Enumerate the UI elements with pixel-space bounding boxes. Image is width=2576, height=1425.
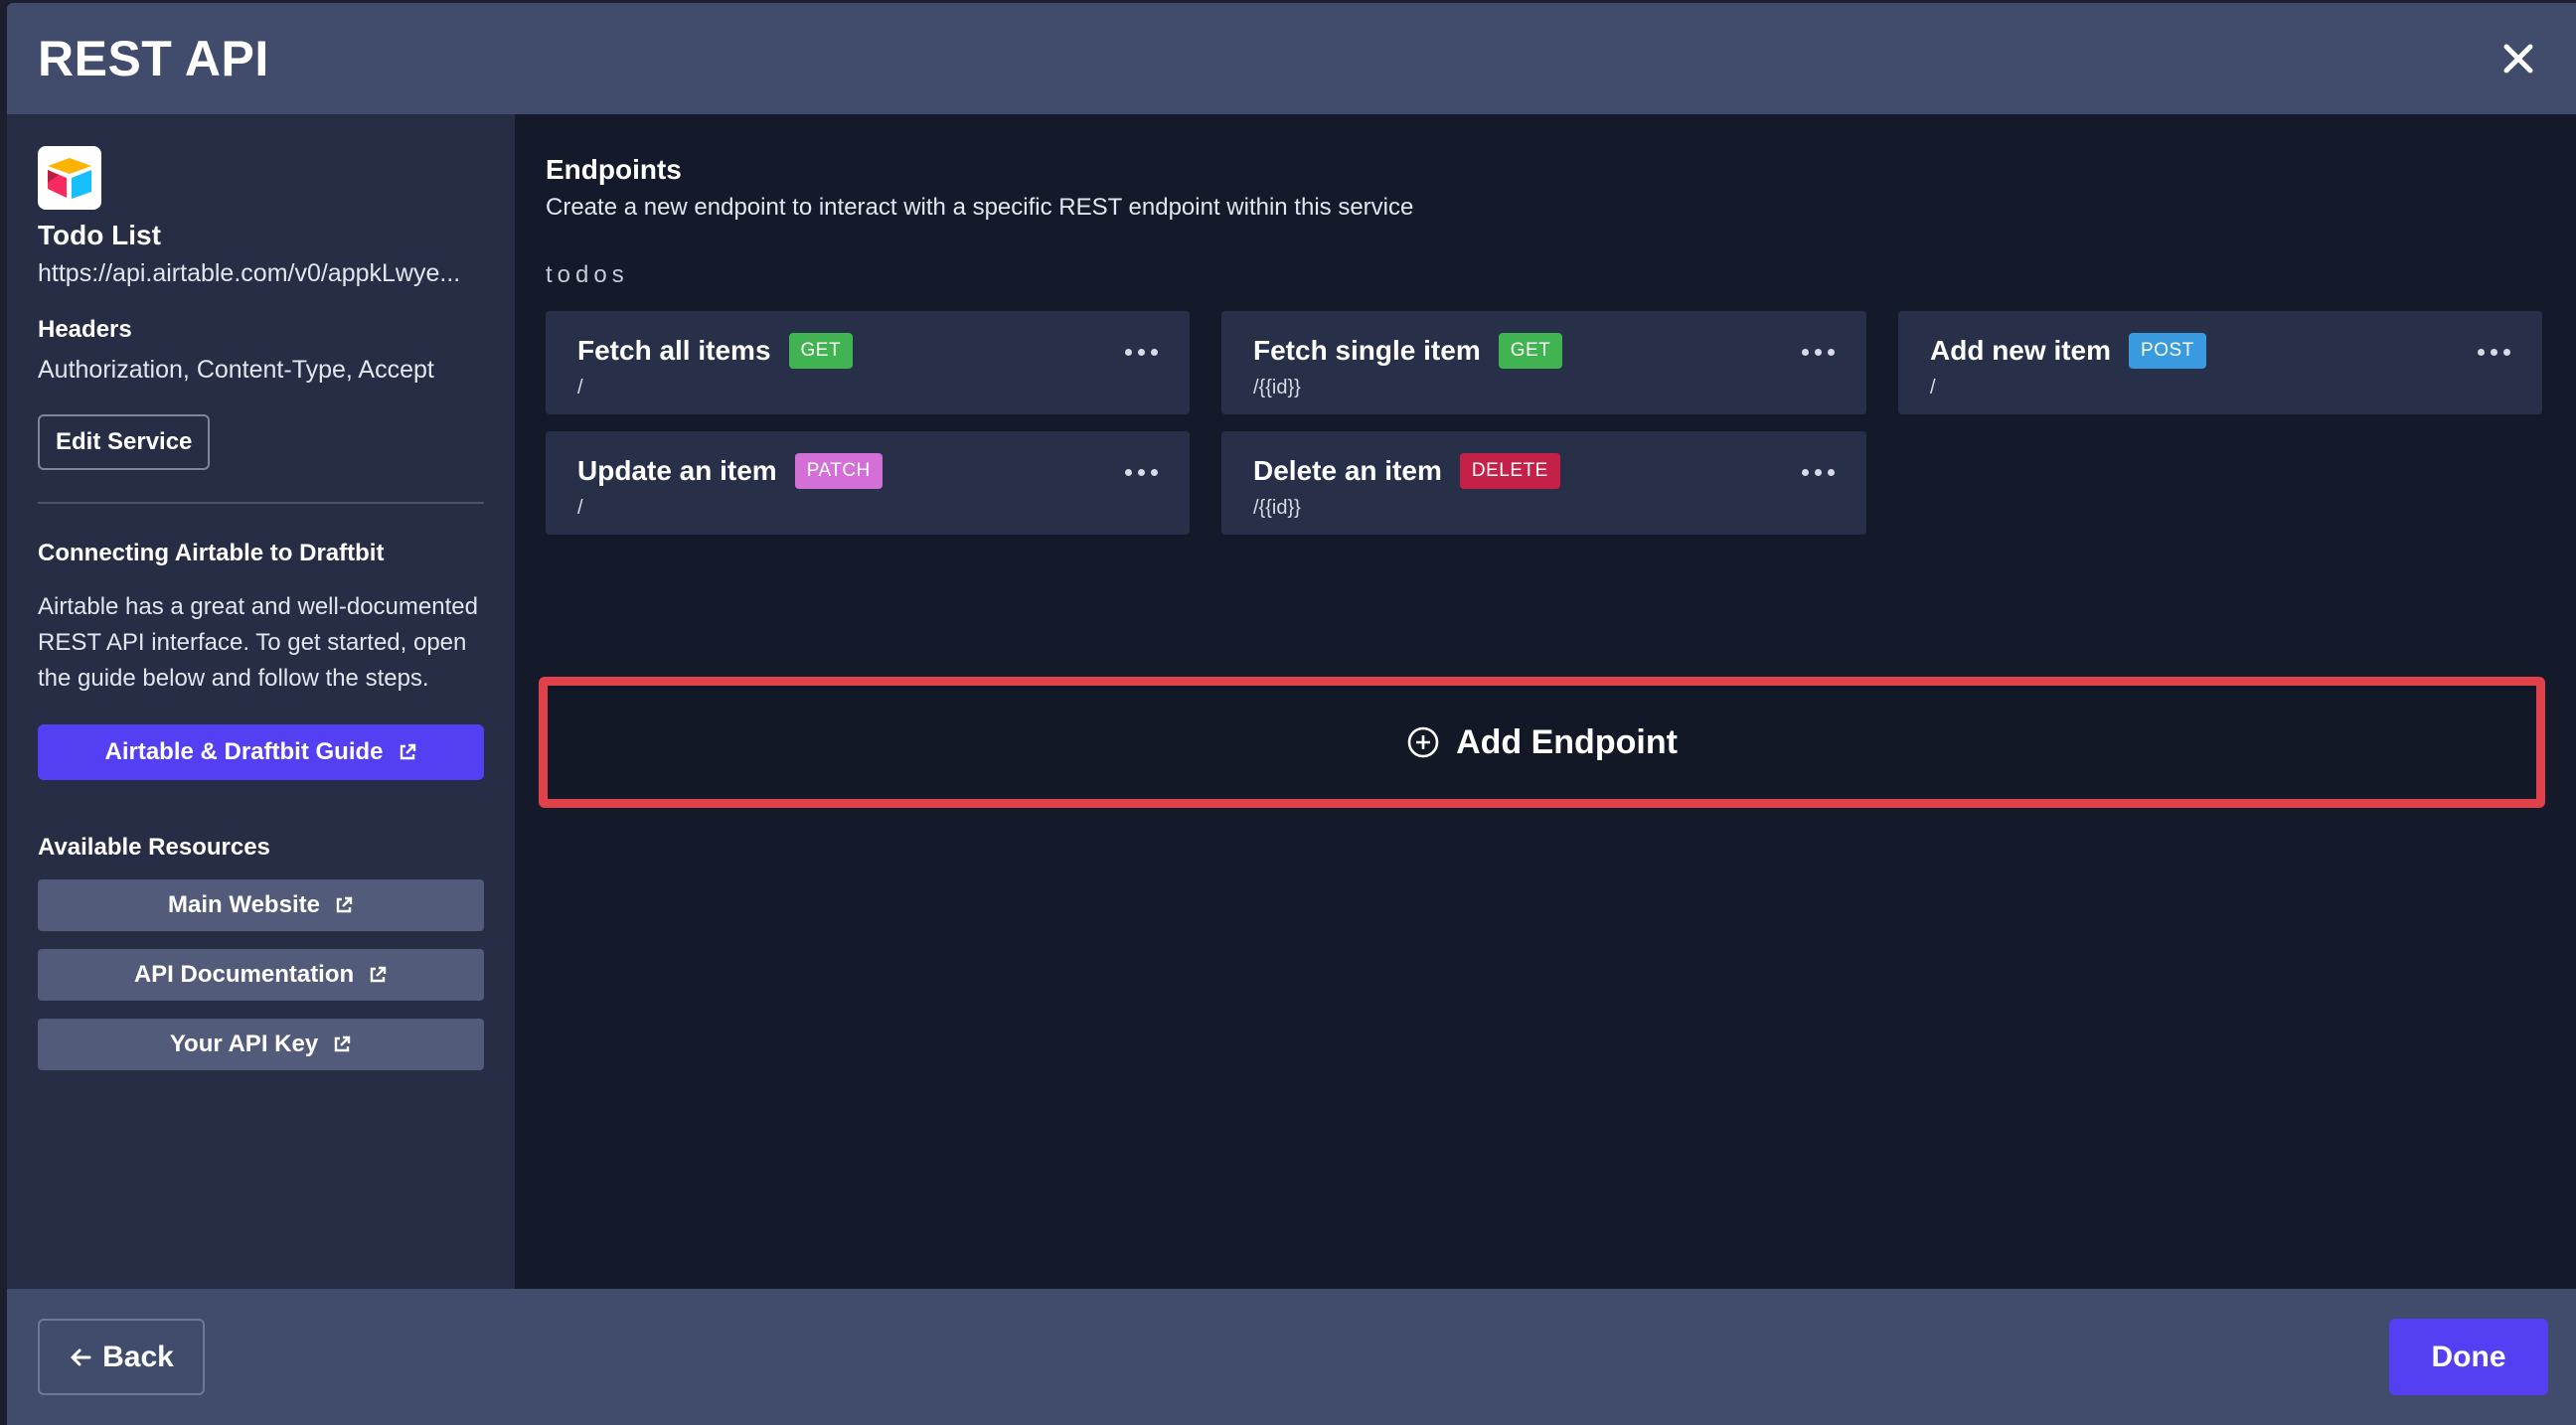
headers-value: Authorization, Content-Type, Accept — [38, 356, 434, 384]
endpoint-title: Delete an item — [1253, 455, 1442, 486]
external-link-icon — [400, 743, 415, 760]
endpoint-card[interactable]: Add new item POST / — [1898, 311, 2542, 414]
connect-title: Connecting Airtable to Draftbit — [38, 540, 385, 566]
service-url: https://api.airtable.com/v0/appkLwye... — [38, 259, 461, 287]
more-options-icon[interactable] — [2478, 349, 2510, 356]
more-options-icon[interactable] — [1125, 349, 1158, 356]
endpoint-card[interactable]: Fetch single item GET /{{id}} — [1221, 311, 1866, 414]
modal-footer: Back Done — [7, 1289, 2576, 1425]
rest-api-modal: REST API Todo List https://api.airtable.… — [7, 3, 2576, 1425]
sidebar-divider — [38, 502, 484, 504]
guide-button-label: Airtable & Draftbit Guide — [104, 738, 384, 765]
service-sidebar: Todo List https://api.airtable.com/v0/ap… — [7, 114, 515, 1289]
back-button[interactable]: Back — [38, 1319, 205, 1395]
more-options-icon[interactable] — [1125, 469, 1158, 476]
endpoint-title: Fetch all items — [577, 335, 771, 366]
resources-list: Main Website API Documentation Your API … — [38, 879, 484, 1070]
edit-service-button[interactable]: Edit Service — [38, 414, 211, 470]
endpoint-title: Add new item — [1930, 335, 2112, 366]
add-endpoint-label: Add Endpoint — [1456, 722, 1678, 761]
method-badge: POST — [2129, 333, 2206, 369]
more-options-icon[interactable] — [1802, 469, 1835, 476]
modal-title: REST API — [38, 31, 269, 86]
back-label: Back — [102, 1340, 174, 1373]
plus-circle-icon — [1407, 726, 1439, 758]
service-name: Todo List — [38, 220, 161, 250]
main-website-button[interactable]: Main Website — [38, 879, 484, 931]
endpoints-description: Create a new endpoint to interact with a… — [546, 194, 1414, 221]
resources-title: Available Resources — [38, 834, 270, 861]
external-link-icon — [336, 896, 353, 913]
endpoint-group-label: todos — [546, 261, 629, 288]
connect-description: Airtable has a great and well-documented… — [38, 593, 478, 692]
resource-label: API Documentation — [133, 961, 355, 988]
more-options-icon[interactable] — [1802, 349, 1835, 356]
headers-label: Headers — [38, 316, 132, 343]
external-link-icon — [334, 1035, 351, 1052]
endpoint-title: Fetch single item — [1253, 335, 1481, 366]
modal-body: Todo List https://api.airtable.com/v0/ap… — [7, 114, 2576, 1289]
endpoints-title: Endpoints — [546, 154, 682, 185]
endpoint-path: / — [577, 497, 583, 519]
endpoint-card[interactable]: Delete an item DELETE /{{id}} — [1221, 431, 1866, 535]
endpoint-card[interactable]: Update an item PATCH / — [546, 431, 1190, 535]
method-badge: GET — [788, 333, 854, 369]
endpoints-grid: Fetch all items GET / Fetch single item … — [546, 311, 2545, 535]
airtable-logo-icon — [38, 146, 101, 210]
endpoints-panel: Endpoints Create a new endpoint to inter… — [515, 114, 2576, 1289]
method-badge: PATCH — [794, 453, 883, 489]
endpoint-path: / — [1930, 377, 1936, 398]
external-link-icon — [370, 966, 387, 983]
guide-button[interactable]: Airtable & Draftbit Guide — [38, 724, 484, 780]
resource-label: Your API Key — [169, 1030, 319, 1057]
endpoint-path: /{{id}} — [1253, 377, 1301, 398]
resource-label: Main Website — [168, 891, 320, 918]
endpoint-path: /{{id}} — [1253, 497, 1301, 519]
method-badge: DELETE — [1459, 453, 1560, 489]
endpoint-title: Update an item — [577, 455, 777, 486]
close-icon — [2503, 44, 2533, 74]
close-button[interactable] — [2493, 33, 2544, 84]
endpoint-path: / — [577, 377, 583, 398]
add-endpoint-button[interactable]: Add Endpoint — [539, 677, 2545, 808]
done-button[interactable]: Done — [2389, 1319, 2548, 1395]
your-api-key-button[interactable]: Your API Key — [38, 1019, 484, 1070]
modal-header: REST API — [7, 3, 2576, 114]
api-documentation-button[interactable]: API Documentation — [38, 949, 484, 1001]
arrow-left-icon — [71, 1348, 91, 1365]
method-badge: GET — [1498, 333, 1563, 369]
endpoint-card[interactable]: Fetch all items GET / — [546, 311, 1190, 414]
